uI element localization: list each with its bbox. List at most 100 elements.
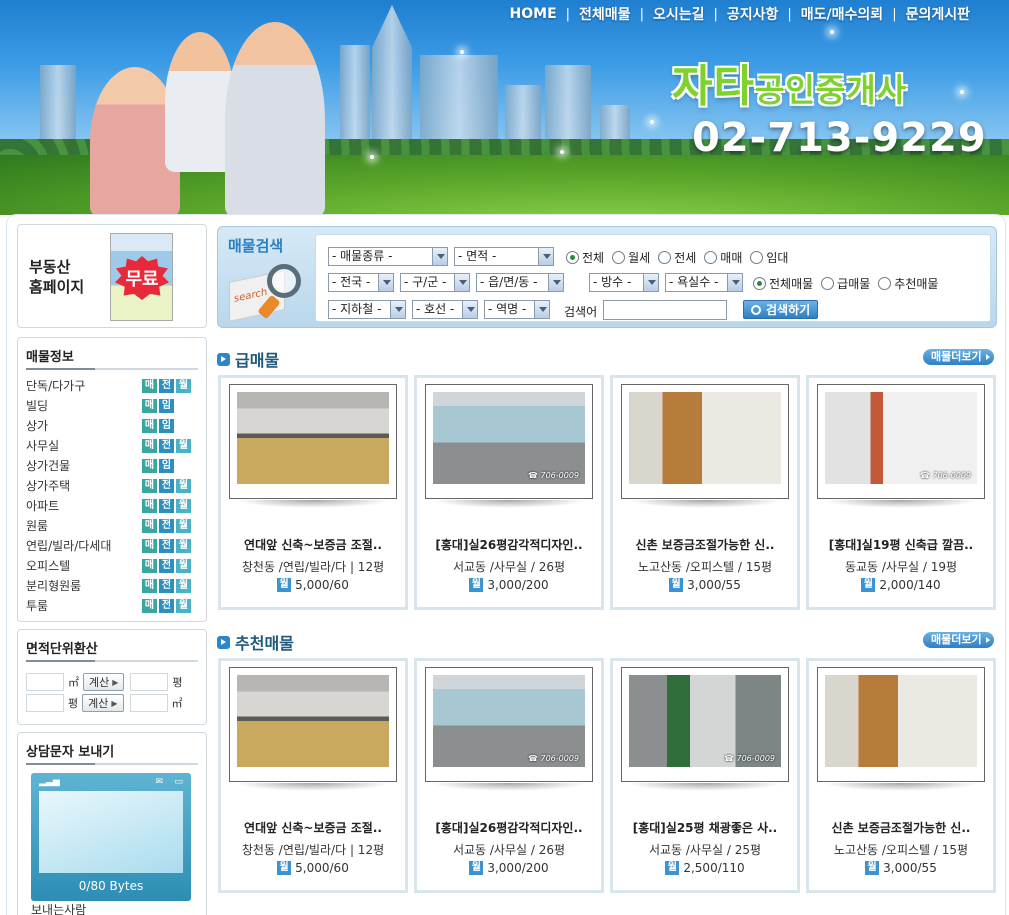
- deal-type-badge[interactable]: 임: [159, 399, 174, 413]
- listing-photo[interactable]: [237, 392, 389, 484]
- listing-title[interactable]: [홍대]실26평감각적디자인..: [421, 819, 597, 836]
- deal-type-badge[interactable]: 월: [176, 539, 191, 553]
- deal-type-badge[interactable]: 전: [159, 559, 174, 573]
- listing-photo[interactable]: ☎ 706-0009: [433, 392, 585, 484]
- listing-photo-frame[interactable]: [229, 384, 397, 499]
- listing-card[interactable]: ☎ 706-0009 [홍대]실26평감각적디자인.. 서교동 /사무실 / 26평…: [414, 375, 604, 610]
- nav-inquiry-board[interactable]: 문의게시판: [897, 4, 979, 24]
- category-label[interactable]: 사무실: [26, 439, 59, 453]
- nav-all-listings[interactable]: 전체매물: [570, 4, 640, 24]
- category-label[interactable]: 상가: [26, 419, 48, 433]
- deal-type-badge[interactable]: 매: [142, 559, 157, 573]
- area-select[interactable]: - 면적 -: [454, 247, 554, 266]
- deal-type-badge[interactable]: 전: [159, 439, 174, 453]
- deal-type-badge[interactable]: 매: [142, 579, 157, 593]
- category-label[interactable]: 아파트: [26, 499, 59, 513]
- listing-card[interactable]: 연대앞 신축~보증금 조절.. 창천동 /연립/빌라/다 | 12평 월 5,000/…: [218, 375, 408, 610]
- listing-title[interactable]: [홍대]실25평 채광좋은 사..: [617, 819, 793, 836]
- pyeong-output[interactable]: [130, 673, 169, 691]
- category-item[interactable]: 사무실 매 전 월: [26, 436, 200, 456]
- radio-option[interactable]: 전체: [566, 249, 604, 266]
- m2-input[interactable]: [26, 673, 64, 691]
- nav-home[interactable]: HOME: [501, 6, 566, 22]
- listing-card[interactable]: ☎ 706-0009 [홍대]실25평 채광좋은 사.. 서교동 /사무실 / 25…: [610, 658, 800, 893]
- homepage-promo[interactable]: 부동산 홈페이지 무료: [17, 224, 207, 328]
- category-item[interactable]: 오피스텔 매 전 월: [26, 556, 200, 576]
- radio-button[interactable]: [612, 251, 626, 264]
- radio-option[interactable]: 추천매물: [878, 275, 938, 292]
- listing-photo[interactable]: ☎ 706-0009: [433, 675, 585, 767]
- deal-type-badge[interactable]: 전: [159, 519, 174, 533]
- category-label[interactable]: 오피스텔: [26, 559, 70, 573]
- listing-title[interactable]: 신촌 보증금조절가능한 신..: [617, 536, 793, 553]
- deal-type-badge[interactable]: 매: [142, 539, 157, 553]
- listing-photo-frame[interactable]: [229, 667, 397, 782]
- radio-option[interactable]: 전체매물: [753, 275, 813, 292]
- radio-button[interactable]: [658, 251, 672, 264]
- listing-photo[interactable]: [825, 675, 977, 767]
- listing-card[interactable]: ☎ 706-0009 [홍대]실26평감각적디자인.. 서교동 /사무실 / 26평…: [414, 658, 604, 893]
- subway-select[interactable]: - 지하철 -: [328, 300, 406, 319]
- category-label[interactable]: 원룸: [26, 519, 48, 533]
- deal-type-badge[interactable]: 월: [176, 579, 191, 593]
- deal-type-badge[interactable]: 매: [142, 379, 157, 393]
- deal-type-badge[interactable]: 월: [176, 479, 191, 493]
- deal-type-badge[interactable]: 매: [142, 399, 157, 413]
- room-count-select[interactable]: - 방수 -: [589, 273, 659, 292]
- deal-type-badge[interactable]: 월: [176, 379, 191, 393]
- category-item[interactable]: 원룸 매 전 월: [26, 516, 200, 536]
- radio-option[interactable]: 매매: [704, 249, 742, 266]
- district-select[interactable]: - 구/군 -: [400, 273, 470, 292]
- listing-photo-frame[interactable]: ☎ 706-0009: [817, 384, 985, 499]
- more-listings-button[interactable]: 매물더보기: [923, 349, 994, 365]
- listing-card[interactable]: 연대앞 신축~보증금 조절.. 창천동 /연립/빌라/다 | 12평 월 5,000/…: [218, 658, 408, 893]
- radio-option[interactable]: 임대: [750, 249, 788, 266]
- category-label[interactable]: 상가주택: [26, 479, 70, 493]
- category-label[interactable]: 투룸: [26, 599, 48, 613]
- listing-photo-frame[interactable]: ☎ 706-0009: [621, 667, 789, 782]
- listing-photo-frame[interactable]: [817, 667, 985, 782]
- listing-photo-frame[interactable]: ☎ 706-0009: [425, 384, 593, 499]
- radio-button[interactable]: [704, 251, 718, 264]
- category-item[interactable]: 단독/다가구 매 전 월: [26, 376, 200, 396]
- deal-type-badge[interactable]: 임: [159, 459, 174, 473]
- deal-type-badge[interactable]: 전: [159, 379, 174, 393]
- more-listings-button[interactable]: 매물더보기: [923, 632, 994, 648]
- deal-type-badge[interactable]: 월: [176, 559, 191, 573]
- listing-title[interactable]: 신촌 보증금조절가능한 신..: [813, 819, 989, 836]
- listing-title[interactable]: [홍대]실26평감각적디자인..: [421, 536, 597, 553]
- radio-button[interactable]: [821, 277, 835, 290]
- calc-m2-button[interactable]: 계산 ▶: [83, 673, 125, 691]
- radio-button[interactable]: [753, 277, 766, 290]
- deal-type-badge[interactable]: 매: [142, 439, 157, 453]
- category-item[interactable]: 상가건물 매 임: [26, 456, 200, 476]
- deal-type-badge[interactable]: 전: [159, 579, 174, 593]
- category-item[interactable]: 상가 매 임: [26, 416, 200, 436]
- m2-output[interactable]: [129, 694, 168, 712]
- radio-option[interactable]: 전세: [658, 249, 696, 266]
- category-label[interactable]: 상가건물: [26, 459, 70, 473]
- listing-photo-frame[interactable]: [621, 384, 789, 499]
- listing-card[interactable]: 신촌 보증금조절가능한 신.. 노고산동 /오피스텔 / 15평 월 3,000/55: [610, 375, 800, 610]
- deal-type-badge[interactable]: 매: [142, 459, 157, 473]
- category-item[interactable]: 투룸 매 전 월: [26, 596, 200, 616]
- listing-title[interactable]: [홍대]실19평 신축급 깔끔..: [813, 536, 989, 553]
- listing-card[interactable]: ☎ 706-0009 [홍대]실19평 신축급 깔끔.. 동교동 /사무실 / 19…: [806, 375, 996, 610]
- sms-message-input[interactable]: [39, 791, 183, 873]
- category-item[interactable]: 빌딩 매 임: [26, 396, 200, 416]
- deal-type-badge[interactable]: 월: [176, 499, 191, 513]
- town-select[interactable]: - 읍/면/동 -: [476, 273, 564, 292]
- category-label[interactable]: 빌딩: [26, 399, 48, 413]
- category-item[interactable]: 상가주택 매 전 월: [26, 476, 200, 496]
- deal-type-badge[interactable]: 전: [159, 479, 174, 493]
- deal-type-badge[interactable]: 월: [176, 439, 191, 453]
- listing-photo[interactable]: ☎ 706-0009: [825, 392, 977, 484]
- radio-option[interactable]: 월세: [612, 249, 650, 266]
- deal-type-badge[interactable]: 매: [142, 519, 157, 533]
- listing-photo[interactable]: ☎ 706-0009: [629, 675, 781, 767]
- category-label[interactable]: 분리형원룸: [26, 579, 81, 593]
- listing-card[interactable]: 신촌 보증금조절가능한 신.. 노고산동 /오피스텔 / 15평 월 3,000/55: [806, 658, 996, 893]
- property-type-select[interactable]: - 매물종류 -: [328, 247, 448, 266]
- deal-type-badge[interactable]: 임: [159, 419, 174, 433]
- category-label[interactable]: 단독/다가구: [26, 379, 85, 393]
